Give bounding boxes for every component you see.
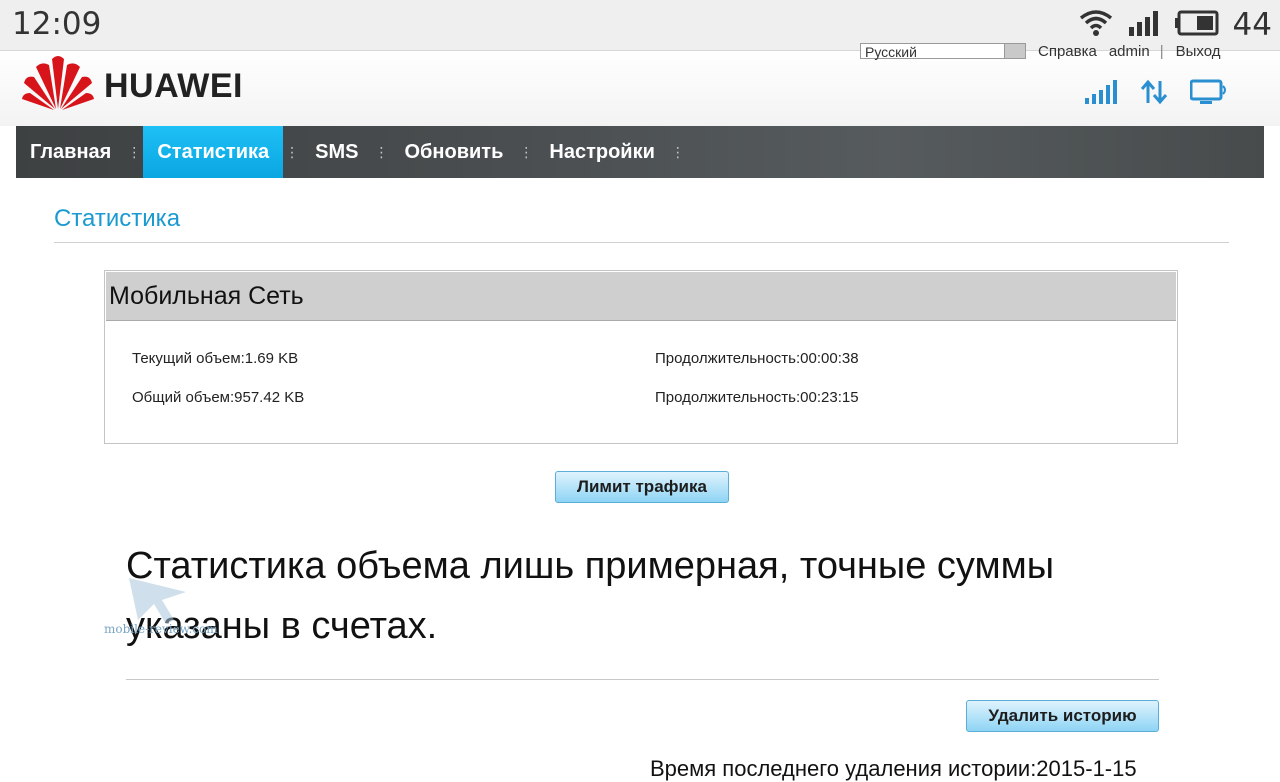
nav-label: SMS xyxy=(315,140,359,163)
page-title: Статистика xyxy=(54,205,181,232)
nav-label: Настройки xyxy=(549,140,655,163)
stats-heading: Мобильная Сеть xyxy=(106,272,1176,321)
page-header: HUAWEI Русский Справка admin | Выход xyxy=(0,43,1280,126)
nav-item-update[interactable]: Обновить xyxy=(390,126,517,178)
user-name: admin xyxy=(1108,42,1150,60)
main-nav: Главная ⋮ Статистика ⋮ SMS ⋮ Обновить ⋮ … xyxy=(16,126,1264,178)
chevron-down-icon xyxy=(1004,44,1025,58)
battery-percent: 44 xyxy=(1232,7,1272,43)
nav-item-settings[interactable]: Настройки xyxy=(535,126,669,178)
watermark-text: mobile-review.com xyxy=(104,622,218,636)
total-volume: Общий объем:957.42 KB xyxy=(132,389,305,406)
status-icons: 44 xyxy=(1079,7,1272,43)
nav-separator: ⋮ xyxy=(127,143,142,160)
last-clear-time: Время последнего удаления истории:2015-1… xyxy=(650,756,1137,781)
volume-disclaimer: Статистика объема лишь примерная, точные… xyxy=(126,545,1055,647)
nav-separator: ⋮ xyxy=(285,143,300,160)
language-select[interactable]: Русский xyxy=(860,43,1026,60)
nav-label: Обновить xyxy=(404,140,504,163)
huawei-logo: HUAWEI xyxy=(22,53,243,111)
nav-item-sms[interactable]: SMS xyxy=(301,126,372,178)
cursor-arrow-icon xyxy=(129,578,186,624)
huawei-flower-icon xyxy=(22,56,94,110)
traffic-limit-button[interactable]: Лимит трафика xyxy=(555,471,729,503)
divider xyxy=(54,242,1229,243)
current-duration: Продолжительность:00:00:38 xyxy=(655,350,859,367)
nav-separator: ⋮ xyxy=(670,143,685,160)
status-time: 12:09 xyxy=(12,6,102,42)
mobile-network-stats: Мобильная Сеть Текущий объем:1.69 KB Про… xyxy=(104,270,1178,444)
connection-status-icons xyxy=(1084,79,1228,110)
signal-strength-icon xyxy=(1084,79,1118,110)
delete-history-button[interactable]: Удалить историю xyxy=(966,700,1159,732)
brand-name: HUAWEI xyxy=(104,66,243,105)
wifi-icon xyxy=(1079,9,1113,42)
data-transfer-icon xyxy=(1140,79,1168,110)
battery-icon xyxy=(1174,9,1219,42)
current-volume: Текущий объем:1.69 KB xyxy=(132,350,299,367)
language-value: Русский xyxy=(865,44,917,60)
total-duration: Продолжительность:00:23:15 xyxy=(655,389,859,406)
nav-item-statistics[interactable]: Статистика xyxy=(143,126,284,178)
nav-label: Статистика xyxy=(157,140,270,163)
help-link[interactable]: Справка xyxy=(1038,43,1097,60)
top-links: Русский Справка admin | Выход xyxy=(860,42,1221,60)
nav-item-home[interactable]: Главная xyxy=(16,126,125,178)
nav-separator: ⋮ xyxy=(519,143,534,160)
nav-label: Главная xyxy=(30,140,112,163)
link-separator: | xyxy=(1159,42,1164,60)
divider xyxy=(126,679,1159,680)
cell-signal-icon xyxy=(1127,9,1161,42)
nav-separator: ⋮ xyxy=(374,143,389,160)
connected-device-icon xyxy=(1189,79,1228,110)
logout-link[interactable]: Выход xyxy=(1176,43,1221,60)
